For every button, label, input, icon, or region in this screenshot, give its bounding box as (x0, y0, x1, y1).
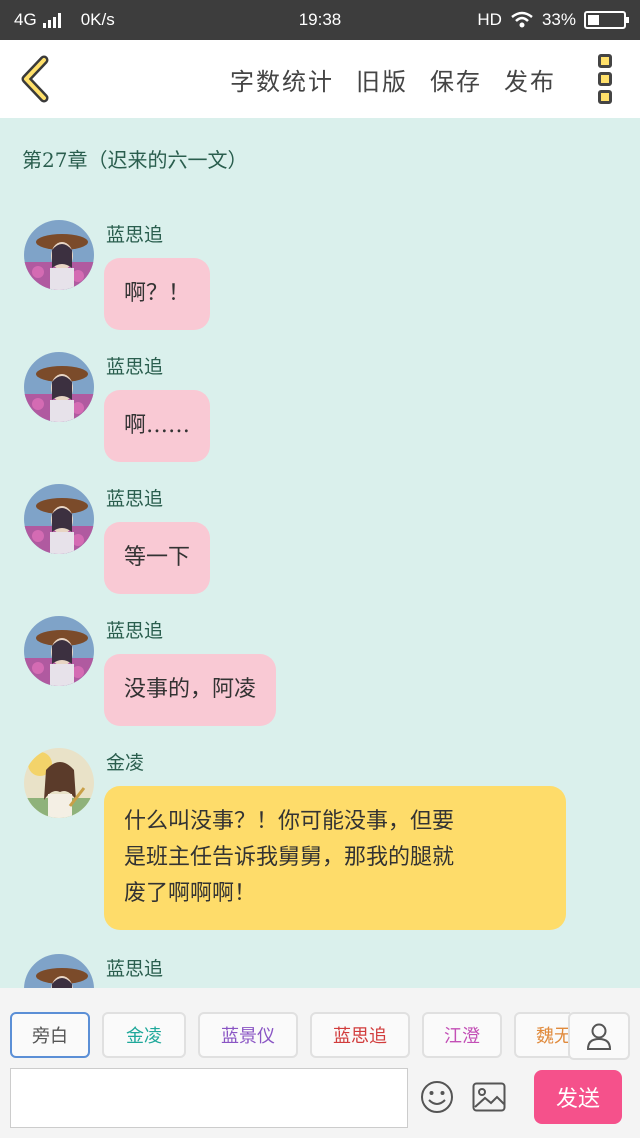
role-chip-lanjingyi[interactable]: 蓝景仪 (198, 1012, 298, 1058)
role-chip-lansizhui[interactable]: 蓝思追 (310, 1012, 410, 1058)
role-chip-narrator[interactable]: 旁白 (10, 1012, 90, 1058)
role-chip-weiwuxian[interactable]: 魏无 (514, 1012, 570, 1058)
publish-button[interactable]: 发布 (504, 62, 556, 97)
role-chip-jiangcheng[interactable]: 江澄 (422, 1012, 502, 1058)
role-chip-jinling[interactable]: 金凌 (102, 1012, 186, 1058)
status-bar: 4G 0K/s 19:38 HD 33% (0, 0, 640, 40)
back-button[interactable] (14, 54, 60, 104)
message-bubble[interactable]: 啊？！ (104, 258, 211, 330)
save-button[interactable]: 保存 (430, 62, 482, 97)
emoji-button[interactable] (420, 1080, 454, 1114)
message-bubble[interactable]: 等一下 (104, 522, 211, 594)
sender-name: 蓝思追 (106, 958, 164, 980)
message-line: 废了啊啊啊！ (124, 881, 257, 906)
smiley-icon (421, 1081, 453, 1113)
message-line: 什么叫没事？！你可能没事，但要 (124, 809, 455, 834)
sender-name: 蓝思追 (106, 488, 164, 510)
sender-name: 蓝思追 (106, 356, 164, 378)
send-button[interactable]: 发送 (534, 1070, 622, 1124)
sender-name: 蓝思追 (106, 224, 164, 246)
avatar (24, 484, 94, 554)
wifi-icon (511, 11, 533, 28)
message-line: 是班主任告诉我舅舅，那我的腿就 (124, 845, 455, 870)
editor-header: 字数统计 旧版 保存 发布 (0, 40, 640, 118)
role-selector: 旁白 金凌 蓝景仪 蓝思追 江澄 魏无 (10, 1012, 570, 1058)
avatar (24, 616, 94, 686)
person-icon (586, 1023, 612, 1050)
battery-icon (584, 11, 629, 29)
message-bubble[interactable]: 啊…… (104, 390, 211, 462)
old-version-button[interactable]: 旧版 (356, 62, 408, 97)
message-input-box[interactable] (10, 1068, 408, 1128)
avatar (24, 954, 94, 988)
add-role-button[interactable] (568, 1012, 630, 1060)
message-bubble[interactable]: 什么叫没事？！你可能没事，但要 是班主任告诉我舅舅，那我的腿就 废了啊啊啊！ (104, 786, 566, 930)
word-count-button[interactable]: 字数统计 (230, 62, 334, 97)
message-input[interactable] (11, 1069, 407, 1127)
composer-bar: 旁白 金凌 蓝景仪 蓝思追 江澄 魏无 发送 (0, 988, 640, 1138)
sender-name: 金凌 (106, 752, 145, 774)
chevron-left-icon (21, 55, 49, 103)
hd-indicator: HD (477, 10, 502, 29)
avatar (24, 352, 94, 422)
avatar (24, 748, 94, 818)
chat-content[interactable]: 第27章（迟来的六一文） 蓝思追 啊？！ 蓝思追 啊…… 蓝思追 等一下 蓝思追… (0, 118, 640, 988)
message-bubble[interactable]: 没事的，阿凌 (104, 654, 277, 726)
avatar (24, 220, 94, 290)
sender-name: 蓝思追 (106, 620, 164, 642)
chapter-title: 第27章（迟来的六一文） (22, 148, 248, 172)
more-menu-button[interactable] (598, 54, 614, 104)
more-dot (598, 54, 612, 68)
header-actions: 字数统计 旧版 保存 发布 (230, 62, 556, 97)
more-dot (598, 72, 612, 86)
image-button[interactable] (472, 1082, 506, 1112)
battery-percent: 33% (541, 10, 576, 29)
more-dot (598, 90, 612, 104)
image-icon (472, 1082, 506, 1112)
